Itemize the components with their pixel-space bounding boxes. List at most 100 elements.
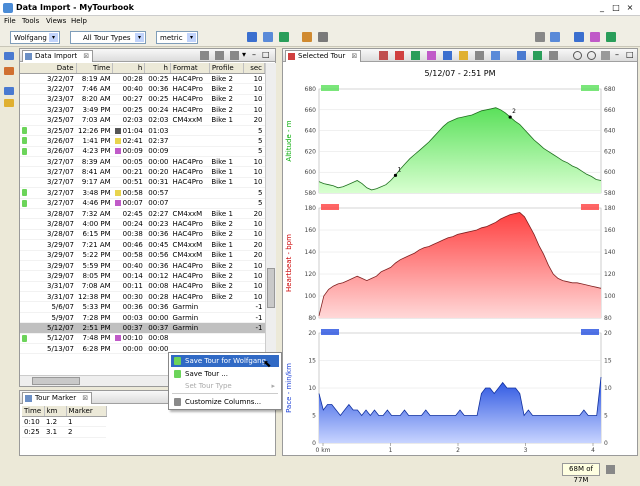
table-row[interactable]: 3/22/07 8:19 AM 00:28 00:25 HAC4Pro Bike 2 10 [20, 73, 265, 85]
menu-set-tour-type[interactable]: Set Tour Type ▸ [171, 380, 279, 392]
graph-heartbeat-icon[interactable] [395, 51, 404, 60]
calendar-icon[interactable] [4, 52, 14, 60]
graph-temperature-icon[interactable] [459, 51, 468, 60]
table-row[interactable]: 3/29/07 7:21 AM 00:46 00:45 CM4xxM Bike 1 20 [20, 239, 265, 251]
cell-sec: 20 [243, 250, 265, 261]
table-row[interactable]: 3/27/07 4:46 PM 00:07 00:07 5 [20, 198, 265, 209]
table-row[interactable]: 3/22/07 7:46 AM 00:40 00:36 HAC4Pro Bike 2 10 [20, 83, 265, 95]
table-row[interactable]: 3/27/07 8:41 AM 00:21 00:20 HAC4Pro Bike 1 10 [20, 166, 265, 178]
delete-icon[interactable] [230, 51, 239, 60]
minimize-icon[interactable]: – [615, 50, 619, 59]
statistics-icon[interactable] [263, 32, 273, 42]
zoom-in-icon[interactable] [573, 51, 582, 60]
link-icon[interactable] [535, 32, 545, 42]
sync-icon[interactable] [550, 32, 560, 42]
graph-cadence-icon[interactable] [427, 51, 436, 60]
close-icon[interactable]: ⊠ [82, 394, 88, 402]
tour-chart[interactable]: 5/12/07 - 2:51 PM 680 680 660 660 640 640 620 6… [283, 63, 637, 456]
col-marker-label[interactable]: Marker [66, 406, 107, 417]
table-row[interactable]: 3/28/07 7:32 AM 02:45 02:27 CM4xxM Bike 1 20 [20, 208, 265, 220]
table-row[interactable]: 3/31/07 7:08 AM 00:11 00:08 HAC4Pro Bike 2 10 [20, 281, 265, 293]
save-all-icon[interactable] [215, 51, 224, 60]
table-row[interactable]: 3/27/07 9:17 AM 00:51 00:31 HAC4Pro Bike 1 10 [20, 177, 265, 189]
x-axis-time-icon[interactable] [533, 51, 542, 60]
measurement-combo[interactable]: metric ▾ [156, 31, 198, 44]
tourbook-icon[interactable] [4, 67, 14, 75]
profile-icon[interactable] [590, 32, 600, 42]
zoom-fit-icon[interactable] [601, 51, 610, 60]
table-row[interactable]: 3/27/07 8:39 AM 00:05 00:00 HAC4Pro Bike 1 10 [20, 156, 265, 168]
map-icon[interactable] [279, 32, 289, 42]
scroll-thumb[interactable] [267, 268, 275, 308]
col-recording-time[interactable]: h [112, 63, 146, 74]
col-format[interactable]: Format [170, 63, 210, 74]
graph-altitude-icon[interactable] [379, 51, 388, 60]
table-row[interactable]: 3/28/07 6:15 PM 00:38 00:36 HAC4Pro Bike 2 10 [20, 229, 265, 241]
scroll-thumb[interactable] [32, 377, 80, 385]
table-row[interactable]: 3/29/07 5:22 PM 00:58 00:56 CM4xxM Bike 1 20 [20, 250, 265, 261]
chevron-down-icon: ▾ [187, 33, 196, 42]
tab-data-import[interactable]: Data Import ⊠ [22, 50, 94, 62]
graph-icon[interactable] [606, 32, 616, 42]
table-row[interactable]: 3/26/07 1:41 PM 02:41 02:37 5 [20, 135, 265, 147]
list-icon[interactable] [4, 87, 14, 95]
tab-tour-marker[interactable]: Tour Marker ⊠ [22, 392, 93, 404]
x-axis-distance-icon[interactable] [517, 51, 526, 60]
folder-icon[interactable] [4, 99, 14, 107]
close-icon[interactable]: ⊠ [83, 52, 89, 60]
table-row[interactable]: 3/25/07 7:03 AM 02:03 02:03 CM4xxM Bike 1 20 [20, 114, 265, 126]
table-row[interactable]: 3/23/07 3:49 PM 00:25 00:24 HAC4Pro Bike 2 10 [20, 104, 265, 116]
graph-pace-icon[interactable] [443, 51, 452, 60]
maximize-icon[interactable]: □ [626, 50, 634, 59]
maximize-icon[interactable]: □ [610, 2, 622, 13]
marker-row[interactable]: 0:25 3.1 2 [22, 426, 106, 438]
tab-selected-tour[interactable]: Selected Tour ⊠ [285, 50, 362, 62]
col-driving-time[interactable]: h [144, 63, 171, 74]
menu-views[interactable]: Views [46, 17, 66, 25]
menu-tools[interactable]: Tools [22, 17, 39, 25]
col-time[interactable]: Time [76, 63, 114, 74]
graph-speed-icon[interactable] [411, 51, 420, 60]
table-row[interactable]: 5/9/07 7:28 PM 00:03 00:00 Garmin -1 [20, 312, 265, 324]
minimize-icon[interactable]: – [252, 50, 256, 59]
close-icon[interactable]: ⊠ [352, 52, 358, 60]
table-row[interactable]: 3/26/07 4:23 PM 00:09 00:09 5 [20, 146, 265, 158]
chart-options-icon[interactable] [549, 51, 558, 60]
table-row[interactable]: 3/29/07 8:05 PM 00:14 00:12 HAC4Pro Bike 2 10 [20, 270, 265, 282]
col-date[interactable]: Date [20, 63, 77, 74]
device-icon[interactable] [318, 32, 328, 42]
garbage-collect-icon[interactable] [606, 465, 615, 474]
table-row[interactable]: 3/31/07 12:38 PM 00:30 00:28 HAC4Pro Bike 2 10 [20, 291, 265, 303]
tour-chart-icon[interactable] [247, 32, 257, 42]
close-icon[interactable]: × [624, 2, 636, 13]
table-row[interactable]: 5/6/07 5:33 PM 00:36 00:36 Garmin -1 [20, 301, 265, 313]
table-row[interactable]: 3/29/07 5:59 PM 00:40 00:36 HAC4Pro Bike 2 10 [20, 260, 265, 272]
minimize-icon[interactable]: _ [596, 2, 608, 13]
color-icon[interactable] [574, 32, 584, 42]
table-row[interactable]: 5/12/07 7:48 PM 00:10 00:08 [20, 333, 265, 345]
col-marker-time[interactable]: Time [22, 406, 45, 417]
marker-row[interactable]: 0:10 1.2 1 [22, 416, 106, 428]
table-row[interactable]: 3/27/07 3:48 PM 00:58 00:57 5 [20, 187, 265, 199]
menu-customize-columns[interactable]: Customize Columns... [171, 396, 279, 408]
import-icon[interactable] [302, 32, 312, 42]
graph-gradient-icon[interactable] [475, 51, 484, 60]
maximize-icon[interactable]: □ [262, 50, 270, 59]
table-row[interactable]: 3/23/07 8:20 AM 00:27 00:25 HAC4Pro Bike 2 10 [20, 94, 265, 106]
col-sec[interactable]: sec [243, 63, 265, 74]
col-marker-km[interactable]: km [44, 406, 67, 417]
zoom-out-icon[interactable] [587, 51, 596, 60]
person-combo[interactable]: Wolfgang ▾ [10, 31, 60, 44]
view-menu-icon[interactable]: ▾ [242, 50, 246, 59]
table-row[interactable]: 3/28/07 4:00 PM 00:24 00:23 HAC4Pro Bike 2 10 [20, 218, 265, 230]
save-icon[interactable] [200, 51, 209, 60]
import-vertical-scrollbar[interactable] [265, 63, 276, 375]
memory-indicator[interactable]: 68M of 77M [562, 463, 600, 484]
col-profile[interactable]: Profile [209, 63, 245, 74]
menu-help[interactable]: Help [71, 17, 87, 25]
table-row[interactable]: 5/12/07 2:51 PM 00:37 00:37 Garmin -1 [20, 322, 265, 334]
tour-type-combo[interactable]: All Tour Types ▾ [70, 31, 146, 44]
table-row[interactable]: 3/25/07 12:26 PM 01:04 01:03 5 [20, 125, 265, 137]
menu-file[interactable]: File [4, 17, 16, 25]
graph-power-icon[interactable] [491, 51, 500, 60]
